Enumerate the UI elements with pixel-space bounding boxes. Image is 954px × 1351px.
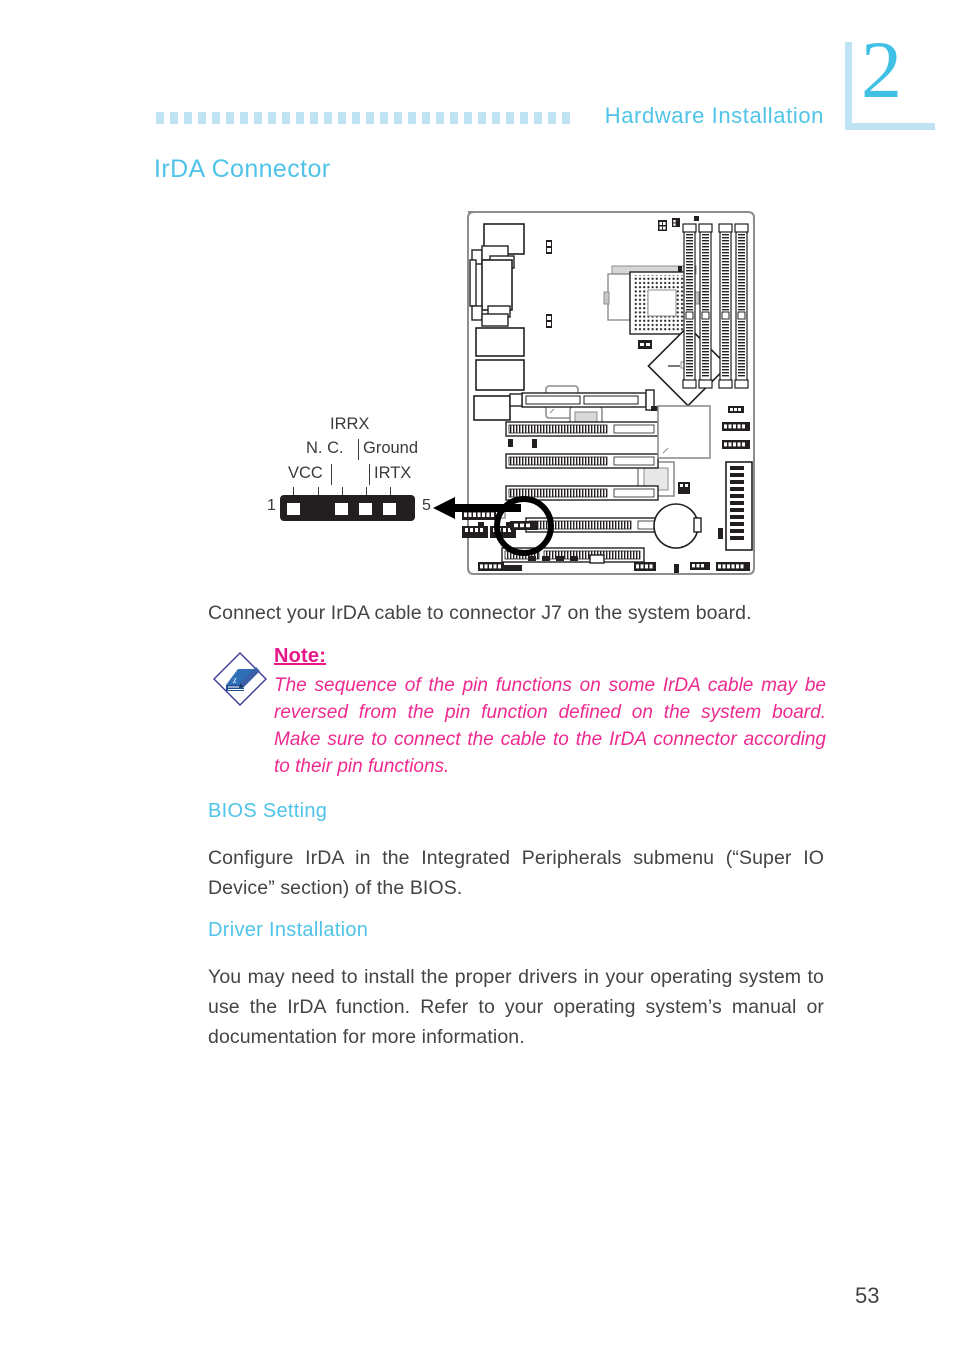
pin-label-ground: Ground: [363, 439, 419, 457]
dotted-rule-icon: [156, 112, 576, 124]
driver-installation-heading: Driver Installation: [208, 919, 369, 941]
page-header: 2 Hardware Installation: [0, 0, 954, 150]
callout-arrow: [433, 495, 521, 526]
irda-connector-diagram: IRRX N. C. Ground VCC IRTX 1 5: [267, 200, 770, 590]
connector-body: [280, 495, 415, 521]
pin-number-first: 1: [267, 497, 276, 514]
pin-label-nc: N. C.: [306, 439, 344, 457]
bios-setting-paragraph: Configure IrDA in the Integrated Periphe…: [208, 847, 824, 899]
page-header-title: Hardware Installation: [604, 103, 824, 128]
pin-label-vcc: VCC: [288, 464, 323, 482]
bios-setting-heading: BIOS Setting: [208, 800, 328, 822]
note-title: Note:: [274, 645, 327, 667]
irda-location-callout: [494, 496, 554, 556]
pin-number-last: 5: [422, 497, 431, 514]
chapter-rule-horizontal: [845, 123, 935, 130]
label-separator-vcc: [331, 464, 332, 485]
chapter-marker: 2: [845, 29, 935, 137]
intro-paragraph: Connect your IrDA cable to connector J7 …: [208, 602, 752, 624]
pin-label-irrx: IRRX: [330, 415, 370, 433]
connector-pin-1: [287, 503, 300, 515]
pin-label-irtx: IRTX: [374, 464, 412, 482]
chapter-number: 2: [861, 24, 902, 115]
chapter-rule-vertical: [845, 42, 852, 130]
label-separator: [358, 439, 359, 460]
connector-pin-3: [335, 503, 348, 515]
connector-pin-4: [359, 503, 372, 515]
note-text: The sequence of the pin functions on som…: [274, 675, 826, 777]
connector-pin-5: [383, 503, 396, 515]
page-title: IrDA Connector: [154, 155, 331, 183]
page-number: 53: [855, 1283, 880, 1308]
note-body: Note: The sequence of the pin functions …: [274, 645, 826, 780]
driver-installation-paragraph: You may need to install the proper drive…: [208, 966, 824, 1048]
note-diamond-icon: z: [213, 652, 267, 706]
label-separator-irtx: [369, 464, 370, 485]
svg-text:z: z: [232, 675, 237, 685]
